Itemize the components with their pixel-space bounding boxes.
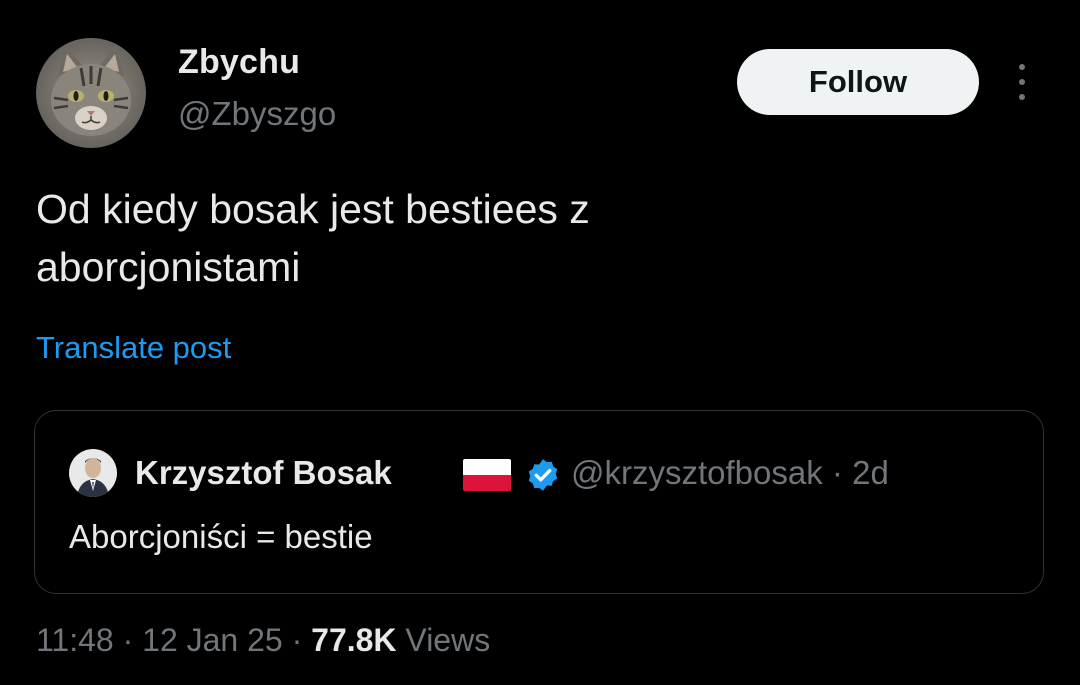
translate-post-link[interactable]: Translate post — [36, 328, 231, 368]
quoted-text: Aborcjoniści = bestie — [69, 518, 373, 555]
quoted-avatar[interactable] — [69, 449, 117, 497]
quoted-age[interactable]: 2d — [852, 454, 889, 491]
quoted-tweet[interactable]: Krzysztof Bosak @krzysztofbosak · 2d Abo… — [34, 410, 1044, 594]
verified-badge-icon — [525, 457, 561, 493]
author-display-name[interactable]: Zbychu — [178, 40, 300, 84]
tweet-meta: 11:48 · 12 Jan 25 · 77.8K Views — [36, 618, 490, 662]
author-handle[interactable]: @Zbyszgo — [178, 92, 336, 136]
follow-button[interactable]: Follow — [737, 49, 979, 115]
separator: · — [122, 622, 134, 658]
views-label: Views — [405, 622, 491, 658]
tweet-text-line: aborcjonistami — [36, 244, 301, 290]
separator: · — [831, 454, 843, 491]
tweet-date[interactable]: 12 Jan 25 — [142, 622, 283, 658]
dot — [1019, 79, 1025, 85]
dot — [1019, 64, 1025, 70]
quoted-display-name[interactable]: Krzysztof Bosak — [135, 451, 392, 495]
poland-flag-icon — [463, 459, 511, 491]
cat-avatar-icon[interactable] — [36, 38, 146, 148]
tweet-text-line: Od kiedy bosak jest bestiees z — [36, 186, 590, 232]
quoted-handle-line: @krzysztofbosak · 2d — [571, 451, 889, 495]
views-count: 77.8K — [311, 622, 397, 658]
tweet-text: Od kiedy bosak jest bestiees z aborcjoni… — [36, 180, 936, 296]
tweet-card: Zbychu @Zbyszgo Follow Od kiedy bosak je… — [0, 0, 1080, 685]
quoted-handle[interactable]: @krzysztofbosak — [571, 454, 823, 491]
more-vertical-icon[interactable] — [1008, 64, 1036, 100]
dot — [1019, 94, 1025, 100]
tweet-time[interactable]: 11:48 — [36, 622, 114, 658]
separator: · — [291, 622, 303, 658]
